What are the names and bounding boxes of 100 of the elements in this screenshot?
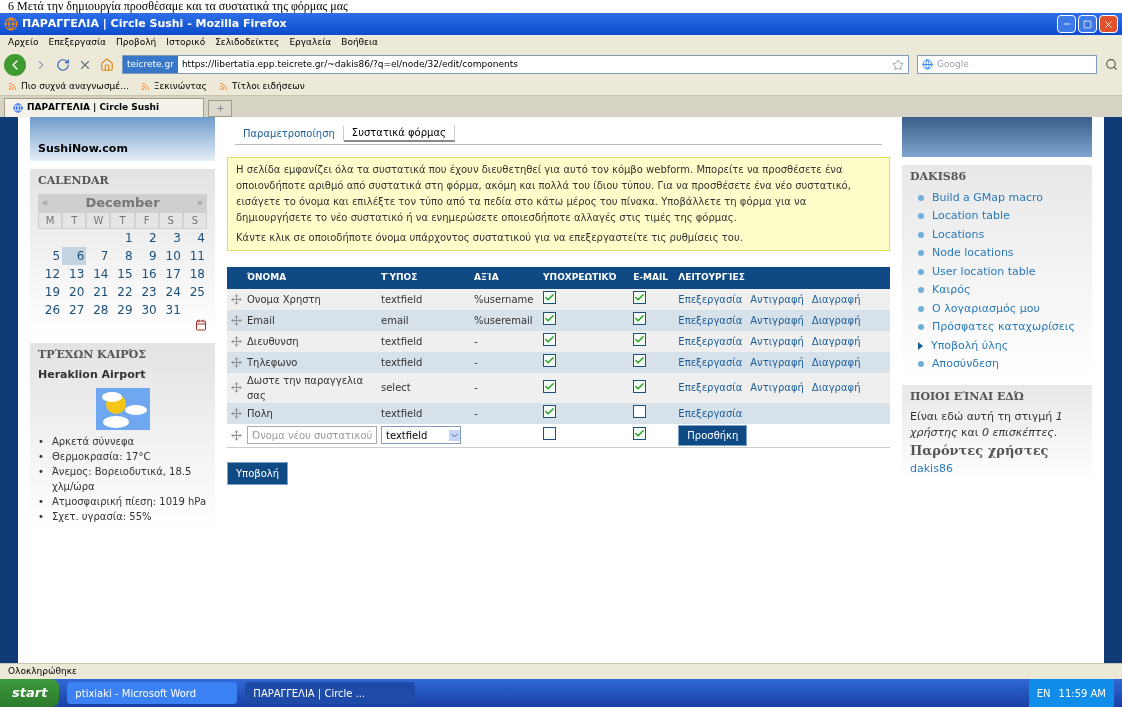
- close-button[interactable]: [1099, 15, 1118, 33]
- drag-handle-icon[interactable]: [231, 335, 242, 347]
- checkbox[interactable]: [633, 333, 647, 346]
- reload-icon[interactable]: [56, 57, 70, 72]
- action-link[interactable]: Διαγραφή: [811, 380, 861, 395]
- add-button[interactable]: Προσθήκη: [678, 424, 748, 446]
- drag-handle-icon[interactable]: [231, 314, 242, 326]
- calendar-day[interactable]: 30: [134, 300, 159, 319]
- menu-link[interactable]: Καιρός: [932, 282, 971, 299]
- calendar-day[interactable]: 11: [182, 246, 207, 265]
- checkbox[interactable]: [633, 379, 647, 393]
- action-link[interactable]: Επεξεργασία: [678, 312, 743, 328]
- calendar-day[interactable]: 5: [38, 246, 63, 265]
- component-type-select[interactable]: textfield: [381, 426, 461, 444]
- drag-handle-icon[interactable]: [231, 356, 242, 368]
- action-link[interactable]: Αντιγραφή: [750, 291, 804, 307]
- maximize-button[interactable]: [1078, 15, 1097, 33]
- calendar-day[interactable]: 28: [86, 300, 111, 319]
- menu-link[interactable]: Πρόσφατες καταχωρίσεις: [932, 319, 1075, 336]
- calendar-icon[interactable]: [195, 318, 207, 331]
- checkbox[interactable]: [543, 405, 557, 418]
- menu-link[interactable]: Build a GMap macro: [932, 189, 1044, 206]
- checkbox[interactable]: [543, 354, 557, 367]
- calendar-day[interactable]: 8: [110, 246, 135, 265]
- action-link[interactable]: Επεξεργασία: [678, 405, 743, 421]
- calendar-day[interactable]: 22: [110, 282, 135, 301]
- calendar-day[interactable]: 12: [38, 264, 63, 283]
- action-link[interactable]: Επεξεργασία: [678, 380, 743, 395]
- calendar-day[interactable]: 25: [182, 282, 207, 301]
- page-tab[interactable]: Συστατικά φόρμας: [343, 125, 455, 142]
- calendar-day[interactable]: 23: [134, 282, 159, 301]
- checkbox[interactable]: [543, 333, 557, 346]
- calendar-day[interactable]: 3: [158, 228, 183, 247]
- menu-item[interactable]: Σελιδοδείκτες: [215, 36, 280, 50]
- action-link[interactable]: Επεξεργασία: [678, 333, 743, 349]
- menu-link[interactable]: Location table: [932, 208, 1010, 225]
- checkbox[interactable]: [633, 427, 647, 440]
- calendar-day[interactable]: 7: [86, 246, 111, 265]
- calendar-day[interactable]: 20: [62, 282, 87, 301]
- submit-button[interactable]: Υποβολή: [227, 461, 288, 485]
- calendar-day[interactable]: 17: [158, 264, 183, 283]
- back-button[interactable]: [4, 53, 26, 76]
- calendar-day[interactable]: 14: [86, 264, 111, 283]
- calendar-day[interactable]: 2: [134, 228, 159, 247]
- user-link[interactable]: dakis86: [910, 460, 1084, 477]
- calendar-day[interactable]: 13: [62, 264, 87, 283]
- action-link[interactable]: Αντιγραφή: [750, 354, 804, 370]
- drag-handle-icon[interactable]: [231, 429, 242, 441]
- action-link[interactable]: Αντιγραφή: [750, 312, 804, 328]
- site-identity-badge[interactable]: teicrete.gr: [123, 56, 178, 73]
- menu-link[interactable]: Ο λογαριασμός μου: [932, 300, 1040, 317]
- calendar-day[interactable]: 15: [110, 264, 135, 283]
- menu-item[interactable]: Ιστορικό: [166, 36, 206, 50]
- action-link[interactable]: Αντιγραφή: [750, 333, 804, 349]
- drag-handle-icon[interactable]: [231, 382, 242, 393]
- calendar-day[interactable]: 16: [134, 264, 159, 283]
- action-link[interactable]: Επεξεργασία: [678, 291, 743, 307]
- page-tab[interactable]: Παραμετροποίηση: [235, 126, 344, 141]
- action-link[interactable]: Διαγραφή: [811, 291, 861, 307]
- action-link[interactable]: Επεξεργασία: [678, 354, 743, 370]
- menu-item[interactable]: Προβολή: [116, 36, 157, 50]
- bookmark[interactable]: Πιο συχνά αναγνωσμέ...: [8, 79, 129, 94]
- calendar-day[interactable]: 26: [38, 300, 63, 319]
- calendar-day[interactable]: 24: [158, 282, 183, 301]
- calendar-day[interactable]: 29: [110, 300, 135, 319]
- bookmark[interactable]: Τίτλοι ειδήσεων: [218, 79, 305, 94]
- checkbox[interactable]: [543, 291, 557, 304]
- calendar-day[interactable]: 10: [158, 246, 183, 265]
- checkbox[interactable]: [633, 291, 647, 304]
- checkbox[interactable]: [633, 404, 647, 418]
- calendar-day[interactable]: 6: [62, 246, 87, 265]
- drag-handle-icon[interactable]: [231, 407, 242, 419]
- checkbox[interactable]: [633, 354, 647, 367]
- calendar-day[interactable]: 27: [62, 300, 87, 319]
- action-link[interactable]: Αντιγραφή: [750, 380, 804, 395]
- bookmark-star-icon[interactable]: [892, 58, 904, 71]
- new-component-name-field[interactable]: Όνομα νέου συστατικού: [247, 426, 377, 444]
- address-field[interactable]: teicrete.gr https://libertatia.epp.teicrete.gr/~dakis86/?q=el/node/32/edit/components: [122, 55, 909, 74]
- menu-link[interactable]: Node locations: [932, 245, 1014, 262]
- action-link[interactable]: Διαγραφή: [811, 312, 861, 328]
- menu-item[interactable]: Βοήθεια: [341, 36, 378, 50]
- menu-item[interactable]: Εργαλεία: [289, 36, 332, 50]
- calendar-day[interactable]: 4: [182, 228, 207, 247]
- browser-tab[interactable]: ΠΑΡΑΓΓΕΛΙΑ | Circle Sushi: [4, 98, 204, 117]
- bookmark[interactable]: Ξεκινώντας: [140, 79, 207, 94]
- search-icon[interactable]: [1105, 58, 1118, 71]
- calendar-day[interactable]: 1: [110, 228, 135, 247]
- calendar-day[interactable]: 18: [182, 264, 207, 283]
- language-indicator[interactable]: EN: [1036, 685, 1051, 701]
- calendar-day[interactable]: 9: [134, 246, 159, 265]
- drag-handle-icon[interactable]: [231, 293, 242, 305]
- calendar-day[interactable]: 31: [158, 300, 183, 319]
- menu-link[interactable]: User location table: [932, 263, 1036, 280]
- taskbar-button[interactable]: ΠΑΡΑΓΓΕΛΙΑ | Circle ...: [245, 682, 416, 704]
- checkbox[interactable]: [543, 312, 557, 325]
- taskbar-button[interactable]: ptixiaki - Microsoft Word: [67, 682, 238, 704]
- menu-link[interactable]: Υποβολή ύλης: [931, 337, 1009, 354]
- minimize-button[interactable]: [1057, 15, 1076, 33]
- checkbox[interactable]: [543, 426, 557, 440]
- menu-item[interactable]: Αρχείο: [8, 36, 39, 50]
